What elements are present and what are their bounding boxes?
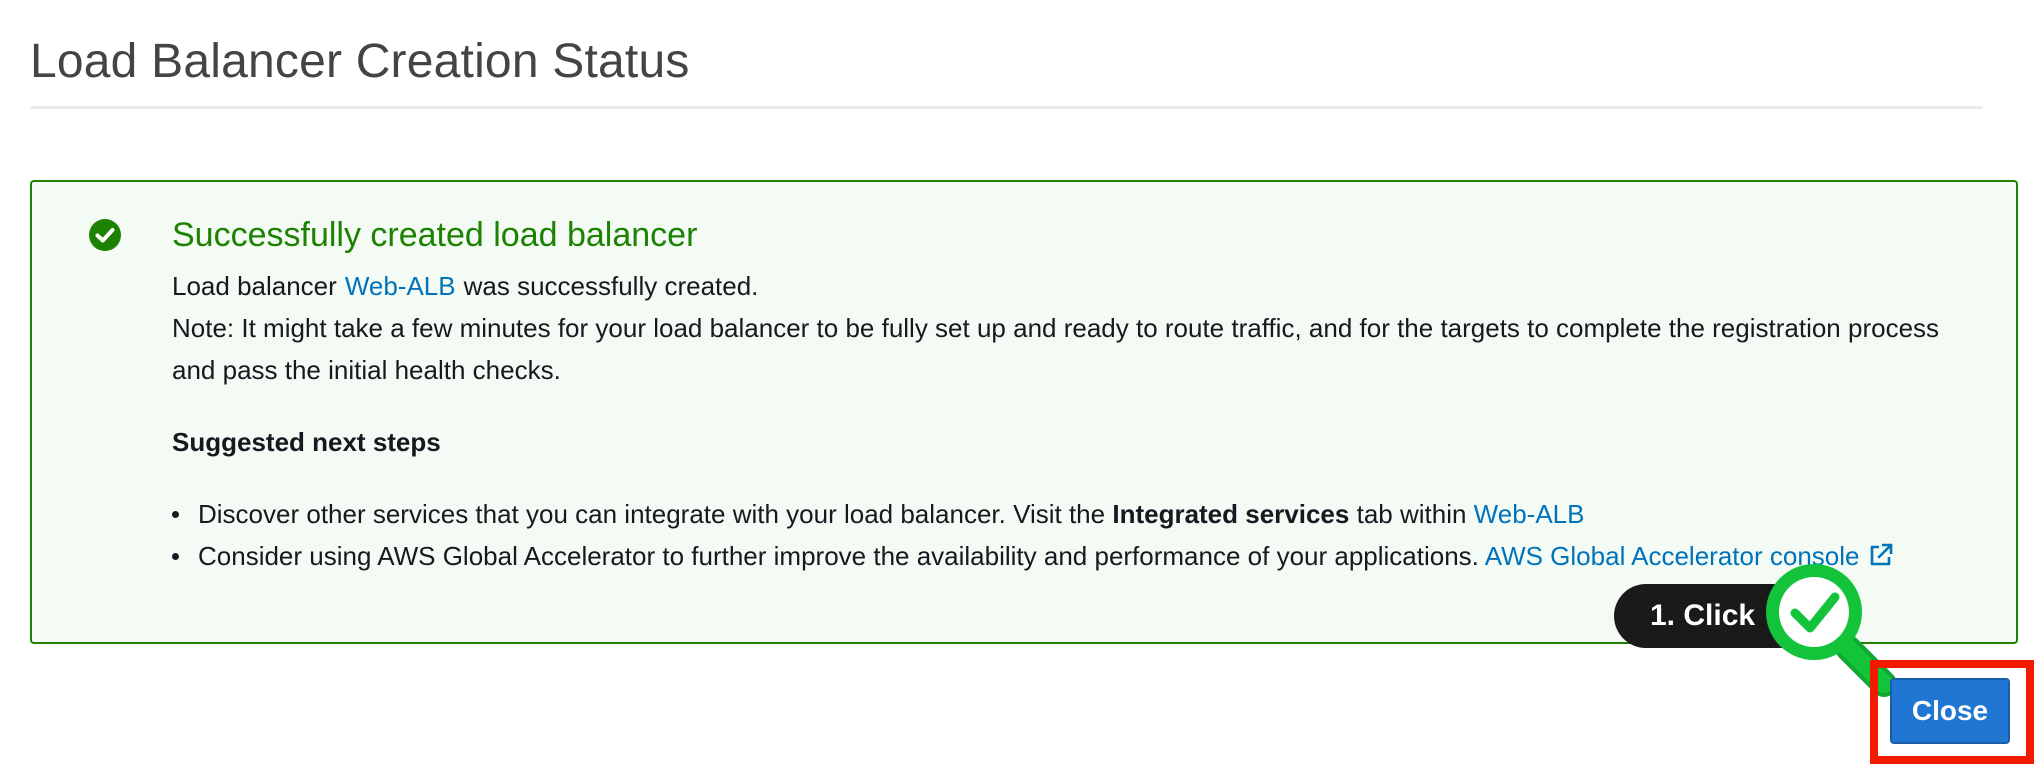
step-text-after: tab within [1356, 499, 1467, 530]
alert-title: Successfully created load balancer [172, 216, 698, 254]
page-title: Load Balancer Creation Status [30, 35, 690, 88]
step-text: Discover other services that you can int… [198, 499, 1106, 530]
alert-message: Load balancer Web-ALB was successfully cre… [172, 265, 1972, 307]
next-steps-list: Discover other services that you can int… [172, 493, 1972, 577]
list-item: Consider using AWS Global Accelerator to… [172, 535, 1972, 577]
message-prefix: Load balancer [172, 271, 337, 302]
message-suffix: was successfully created. [463, 271, 759, 302]
load-balancer-link[interactable]: Web-ALB [345, 271, 456, 301]
step-bold-text: Integrated services [1112, 499, 1350, 530]
check-circle-icon [89, 219, 121, 251]
page: Load Balancer Creation Status Successful… [0, 0, 2042, 778]
integrated-services-link[interactable]: Web-ALB [1474, 499, 1585, 529]
list-item: Discover other services that you can int… [172, 493, 1972, 535]
next-steps-heading: Suggested next steps [172, 427, 441, 458]
success-alert: Successfully created load balancer Load … [30, 180, 2018, 644]
alert-body: Successfully created load balancer Load … [172, 216, 1972, 577]
step-text: Consider using AWS Global Accelerator to… [198, 541, 1479, 572]
title-divider [30, 106, 1982, 109]
alert-note: Note: It might take a few minutes for yo… [172, 313, 1940, 386]
close-button[interactable]: Close [1890, 678, 2010, 744]
